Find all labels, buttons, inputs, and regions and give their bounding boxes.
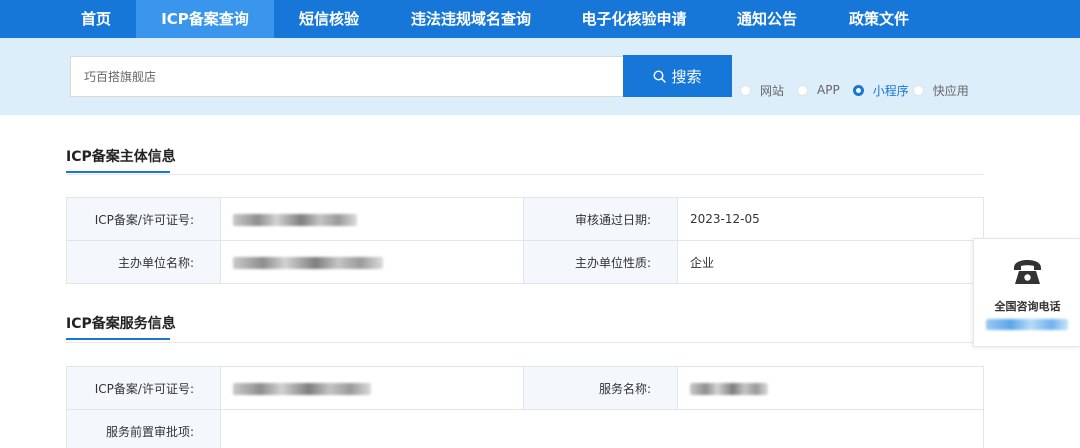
org-name-value: [220, 240, 524, 284]
top-nav: 首页 ICP备案查询 短信核验 违法违规域名查询 电子化核验申请 通知公告 政策…: [0, 0, 1080, 38]
subject-info-title: ICP备案主体信息: [66, 146, 176, 173]
nav-item-sms-verify[interactable]: 短信核验: [290, 0, 368, 38]
redacted-license: [233, 213, 357, 226]
redacted-org-name: [233, 256, 383, 269]
table-row: ICP备案/许可证号: 审核通过日期: 2023-12-05: [66, 197, 984, 241]
org-type-value: 企业: [677, 240, 984, 284]
radio-dot: [797, 84, 809, 96]
nav-item-notices[interactable]: 通知公告: [726, 0, 808, 38]
search-button[interactable]: 搜索: [623, 55, 732, 97]
search-icon: [653, 69, 667, 83]
hotline-number-redacted: [986, 319, 1068, 330]
service-info-title: ICP备案服务信息: [66, 313, 176, 340]
nav-item-icp-query[interactable]: ICP备案查询: [136, 0, 274, 38]
pre-approval-label: 服务前置审批项:: [66, 409, 221, 448]
nav-item-illegal-domain[interactable]: 违法违规域名查询: [398, 0, 544, 38]
org-type-label: 主办单位性质:: [523, 240, 678, 284]
section-divider: [66, 174, 983, 175]
radio-app[interactable]: APP: [797, 83, 840, 97]
nav-item-policy-docs[interactable]: 政策文件: [838, 0, 920, 38]
radio-dot: [912, 84, 924, 96]
license-value: [220, 197, 524, 241]
radio-label: 快应用: [932, 83, 969, 98]
subject-info-table: ICP备案/许可证号: 审核通过日期: 2023-12-05 主办单位名称: 主…: [66, 197, 984, 284]
service-name-label: 服务名称:: [523, 366, 678, 410]
radio-website[interactable]: 网站: [740, 82, 784, 99]
radio-label: 网站: [760, 83, 785, 98]
telephone-icon: [1014, 260, 1041, 284]
table-row: 服务前置审批项:: [66, 409, 984, 448]
radio-dot: [740, 84, 751, 96]
hotline-title: 全国咨询电话: [994, 300, 1061, 313]
search-input[interactable]: [70, 56, 623, 97]
radio-quick-app[interactable]: 快应用: [912, 82, 969, 99]
service-license-value: [220, 366, 524, 410]
section-divider: [66, 342, 983, 343]
org-name-label: 主办单位名称:: [66, 240, 221, 284]
redacted-service-name: [690, 382, 768, 395]
radio-label: APP: [817, 83, 840, 97]
subject-info-title-text: ICP备案主体信息: [66, 149, 176, 165]
review-date-value: 2023-12-05: [677, 197, 984, 241]
nav-item-e-verify-apply[interactable]: 电子化核验申请: [572, 0, 696, 38]
hotline-panel[interactable]: 全国咨询电话: [973, 238, 1080, 347]
pre-approval-value: [220, 409, 984, 448]
service-info-table: ICP备案/许可证号: 服务名称: 服务前置审批项:: [66, 366, 984, 448]
search-band: 搜索 网站 APP 小程序 快应用: [0, 38, 1080, 115]
review-date-label: 审核通过日期:: [523, 197, 678, 241]
radio-mini-program[interactable]: 小程序: [852, 82, 909, 99]
radio-label: 小程序: [872, 83, 909, 98]
nav-item-home[interactable]: 首页: [66, 0, 126, 38]
radio-dot: [852, 84, 864, 96]
service-license-label: ICP备案/许可证号:: [66, 366, 221, 410]
service-name-value: [677, 366, 984, 410]
title-underline: [66, 171, 170, 173]
table-row: ICP备案/许可证号: 服务名称:: [66, 366, 984, 410]
table-row: 主办单位名称: 主办单位性质: 企业: [66, 240, 984, 284]
service-info-title-text: ICP备案服务信息: [66, 316, 176, 332]
title-underline: [66, 338, 170, 340]
license-label: ICP备案/许可证号:: [66, 197, 221, 241]
search-button-label: 搜索: [671, 67, 702, 86]
type-radio-group: 网站 APP 小程序 快应用: [740, 82, 982, 98]
redacted-service-license: [233, 382, 371, 395]
